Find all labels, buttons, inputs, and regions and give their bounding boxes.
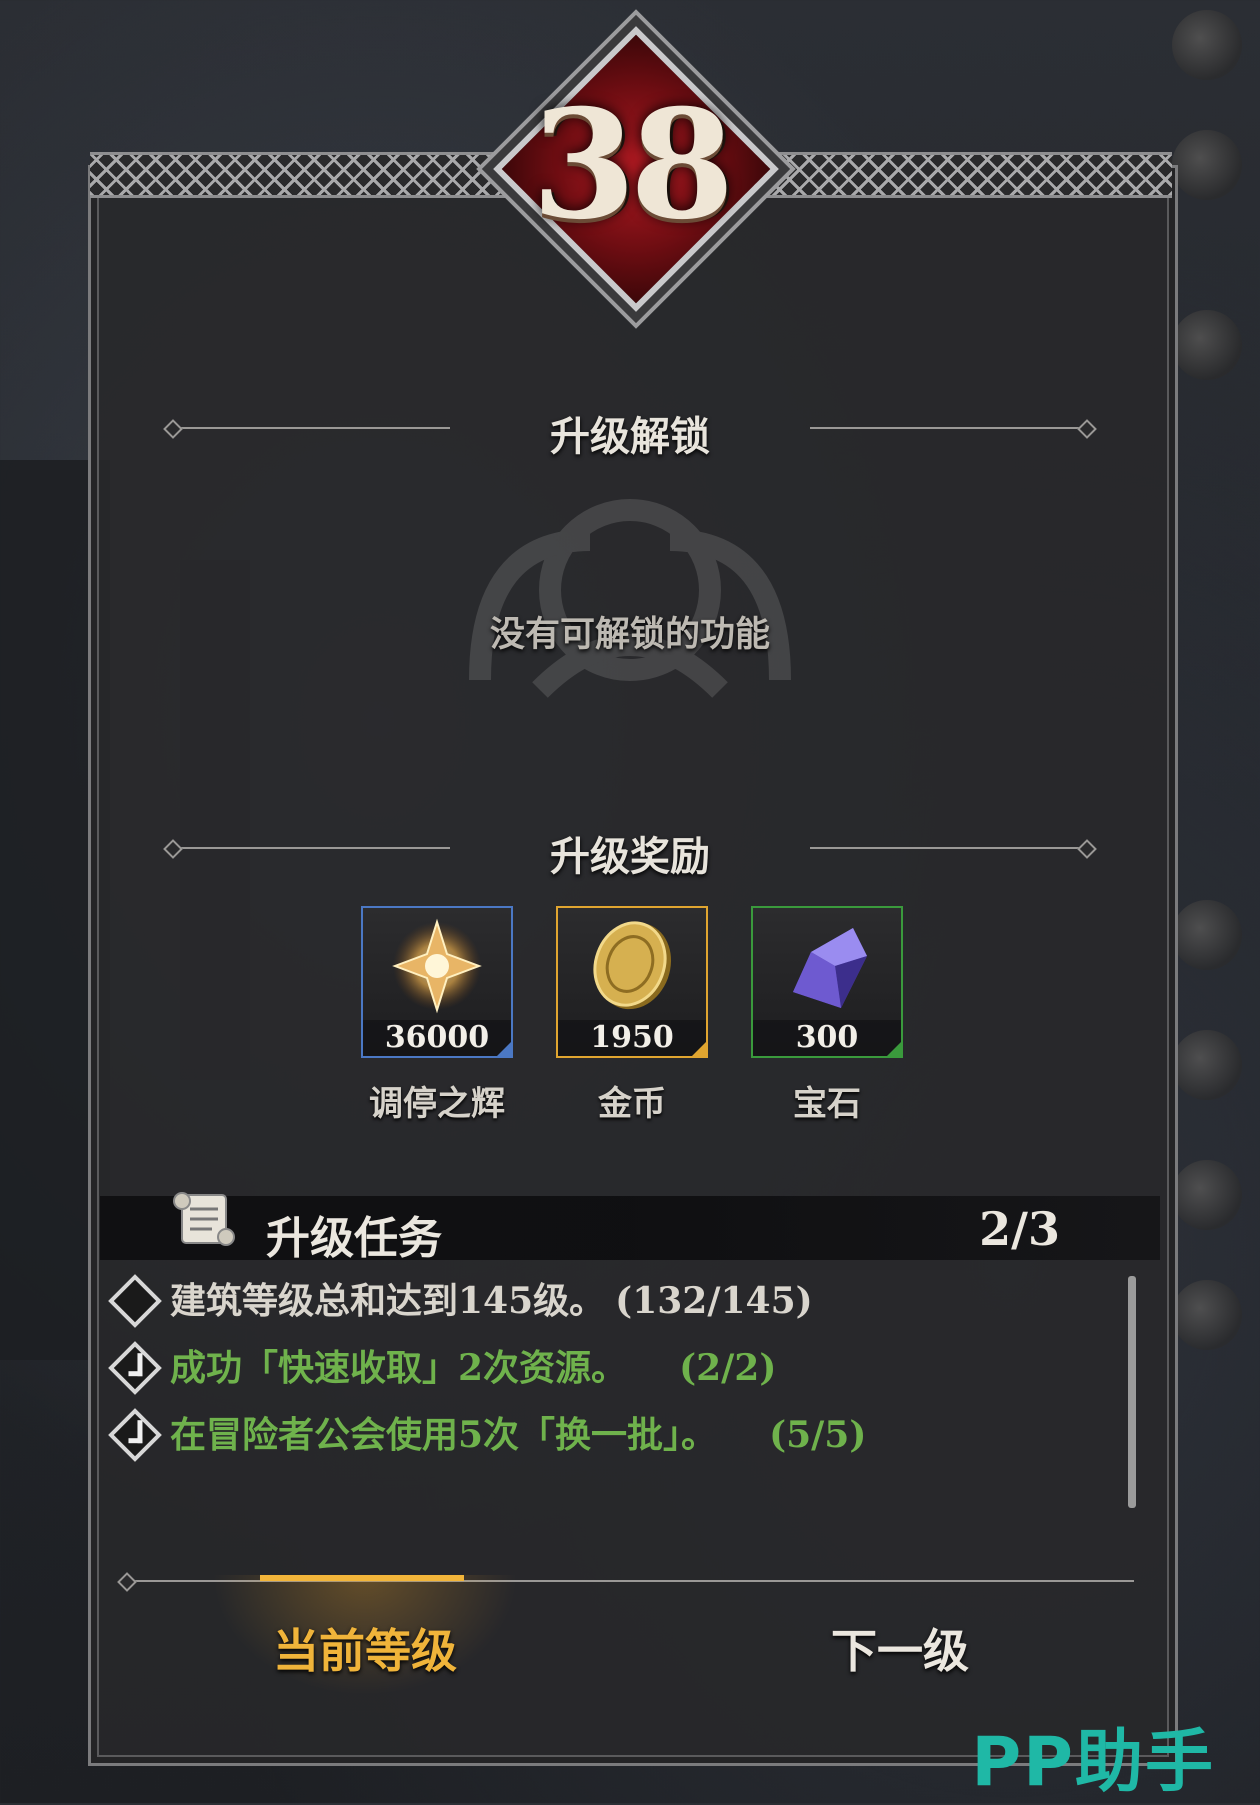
celtic-knot-icon bbox=[469, 499, 791, 698]
side-icon bbox=[1172, 130, 1242, 200]
rewards-section-title: 升级奖励 bbox=[550, 833, 710, 880]
reward-name: 金币 bbox=[598, 1084, 666, 1124]
task-item: 成功「快速收取」2次资源。 (2/2) bbox=[108, 1341, 777, 1395]
rarity-corner bbox=[887, 1042, 901, 1056]
task-item: 建筑等级总和达到145级。 (132/145) bbox=[108, 1274, 813, 1328]
tab-next-level[interactable]: 下一级 bbox=[790, 1615, 1010, 1681]
diamond-check-icon bbox=[108, 1408, 162, 1462]
task-list-scrollbar[interactable] bbox=[1128, 1276, 1136, 1508]
pp-assistant-watermark: PP助手 bbox=[971, 1723, 1215, 1802]
purple-gem-icon bbox=[793, 928, 867, 1008]
unlock-section-title: 升级解锁 bbox=[550, 413, 710, 460]
diamond-check-icon bbox=[108, 1341, 162, 1395]
tasks-progress-count: 2/3 bbox=[979, 1202, 1060, 1256]
side-icon bbox=[1172, 1160, 1242, 1230]
side-icon bbox=[1172, 310, 1242, 380]
reward-amount: 1950 bbox=[558, 1020, 706, 1056]
tab-current-level-label: 当前等级 bbox=[273, 1624, 457, 1678]
task-text: 建筑等级总和达到145级。 bbox=[170, 1280, 606, 1322]
gold-coin-icon bbox=[593, 921, 672, 1010]
reward-amount: 300 bbox=[753, 1020, 901, 1056]
reward-item-gold[interactable]: 1950 金币 bbox=[556, 906, 708, 1124]
task-item: 在冒险者公会使用5次「换一批」。 (5/5) bbox=[108, 1408, 867, 1462]
reward-item-radiance[interactable]: 36000 调停之辉 bbox=[361, 906, 513, 1124]
rarity-corner bbox=[692, 1042, 706, 1056]
no-unlock-text: 没有可解锁的功能 bbox=[489, 614, 770, 655]
reward-item-gem[interactable]: 300 宝石 bbox=[751, 906, 903, 1124]
side-icon bbox=[1172, 900, 1242, 970]
scroll-icon bbox=[173, 1192, 235, 1246]
reward-name: 调停之辉 bbox=[369, 1084, 505, 1124]
tab-current-level[interactable]: 当前等级 bbox=[200, 1575, 530, 1705]
task-progress: (5/5) bbox=[769, 1414, 867, 1456]
level-emblem: 38 bbox=[493, 26, 779, 312]
reward-amount: 36000 bbox=[363, 1020, 511, 1056]
task-progress: (2/2) bbox=[679, 1347, 777, 1389]
rarity-corner bbox=[497, 1042, 511, 1056]
task-progress: (132/145) bbox=[615, 1280, 813, 1322]
side-icon bbox=[1172, 1030, 1242, 1100]
side-icon bbox=[1172, 10, 1242, 80]
diamond-checkbox-icon bbox=[108, 1274, 162, 1328]
radiant-star-icon bbox=[392, 918, 482, 1014]
tasks-title: 升级任务 bbox=[266, 1213, 442, 1264]
task-text: 成功「快速收取」2次资源。 bbox=[170, 1347, 628, 1389]
active-tab-indicator bbox=[260, 1575, 464, 1581]
task-text: 在冒险者公会使用5次「换一批」。 bbox=[170, 1414, 718, 1456]
level-number: 38 bbox=[531, 77, 735, 253]
reward-name: 宝石 bbox=[793, 1084, 861, 1124]
side-icon bbox=[1172, 1280, 1242, 1350]
